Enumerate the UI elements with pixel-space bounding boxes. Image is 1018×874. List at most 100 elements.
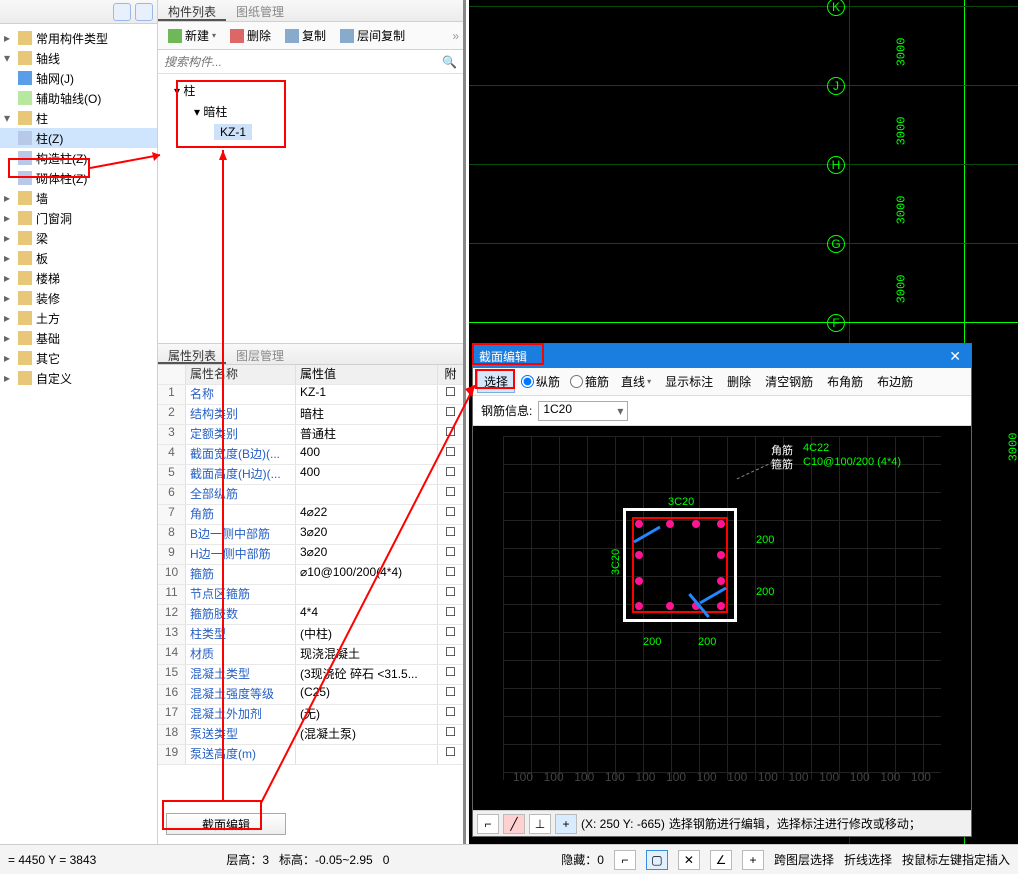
clear-rebar-button[interactable]: 清空钢筋	[759, 371, 819, 392]
prop-value[interactable]	[296, 485, 437, 504]
line-tool-button[interactable]: 直线▾	[615, 371, 657, 392]
delete-button[interactable]: 删除	[224, 25, 277, 46]
prop-value[interactable]: 4⌀22	[296, 505, 437, 524]
sb-btn-2[interactable]: ▢	[646, 850, 668, 870]
prop-att[interactable]: ☐	[437, 685, 463, 704]
prop-att[interactable]: ☐	[437, 725, 463, 744]
dist-edge-button[interactable]: 布边筋	[871, 371, 919, 392]
floor-copy-button[interactable]: 层间复制	[334, 25, 411, 46]
comp-tree-l2[interactable]: ▾ 暗柱	[164, 101, 457, 122]
tree-earth[interactable]: ▸土方	[0, 308, 157, 328]
sb-btn-3[interactable]: ✕	[678, 850, 700, 870]
sb-btn-1[interactable]: ⌐	[614, 850, 636, 870]
tree-column-group[interactable]: ▾柱	[0, 108, 157, 128]
comp-tree-l3[interactable]: KZ-1	[164, 122, 457, 142]
prop-value[interactable]	[296, 585, 437, 604]
prop-row[interactable]: 6全部纵筋☐	[158, 485, 463, 505]
tree-axis[interactable]: ▾轴线	[0, 48, 157, 68]
prop-att[interactable]: ☐	[437, 385, 463, 404]
prop-value[interactable]: 暗柱	[296, 405, 437, 424]
prop-row[interactable]: 14材质现浇混凝土☐	[158, 645, 463, 665]
radio-input[interactable]	[570, 375, 583, 388]
dialog-titlebar[interactable]: 截面编辑 ✕	[473, 344, 971, 368]
tree-stair[interactable]: ▸楼梯	[0, 268, 157, 288]
view-toggle-1[interactable]	[113, 3, 131, 21]
radio-input[interactable]	[521, 375, 534, 388]
tab-drawing-mgmt[interactable]: 图纸管理	[226, 0, 294, 21]
prop-value[interactable]	[296, 745, 437, 764]
rebar-side[interactable]	[635, 551, 643, 559]
prop-row[interactable]: 5截面高度(H边)(...400☐	[158, 465, 463, 485]
rebar-corner[interactable]	[635, 602, 643, 610]
tree-struct-col[interactable]: 构造柱(Z)	[0, 148, 157, 168]
rebar-corner[interactable]	[717, 520, 725, 528]
tree-beam[interactable]: ▸梁	[0, 228, 157, 248]
prop-value[interactable]: 3⌀20	[296, 525, 437, 544]
prop-att[interactable]: ☐	[437, 605, 463, 624]
select-tool-button[interactable]: 选择	[477, 370, 515, 393]
prop-value[interactable]: (混凝土泵)	[296, 725, 437, 744]
tree-column-z[interactable]: 柱(Z)	[0, 128, 157, 148]
tree-other[interactable]: ▸其它	[0, 348, 157, 368]
prop-att[interactable]: ☐	[437, 525, 463, 544]
snap-btn-1[interactable]: ⌐	[477, 814, 499, 834]
prop-value[interactable]: (3现浇砼 碎石 <31.5...	[296, 665, 437, 684]
sb-btn-5[interactable]: +	[742, 850, 764, 870]
snap-btn-2[interactable]: ╱	[503, 814, 525, 834]
tree-common-types[interactable]: ▸常用构件类型	[0, 28, 157, 48]
radio-stirrup[interactable]: 箍筋	[566, 373, 613, 390]
tree-custom[interactable]: ▸自定义	[0, 368, 157, 388]
rebar-side[interactable]	[635, 577, 643, 585]
prop-row[interactable]: 9H边一侧中部筋3⌀20☐	[158, 545, 463, 565]
close-icon[interactable]: ✕	[945, 348, 965, 365]
prop-row[interactable]: 10箍筋⌀10@100/200(4*4)☐	[158, 565, 463, 585]
rebar-side[interactable]	[717, 577, 725, 585]
prop-att[interactable]: ☐	[437, 705, 463, 724]
prop-value[interactable]: (中柱)	[296, 625, 437, 644]
sb-btn-4[interactable]: ∠	[710, 850, 732, 870]
prop-value[interactable]: 普通柱	[296, 425, 437, 444]
tree-masonry-col[interactable]: 砌体柱(Z)	[0, 168, 157, 188]
dist-corner-button[interactable]: 布角筋	[821, 371, 869, 392]
prop-row[interactable]: 15混凝土类型(3现浇砼 碎石 <31.5...☐	[158, 665, 463, 685]
prop-att[interactable]: ☐	[437, 505, 463, 524]
prop-row[interactable]: 19泵送高度(m)☐	[158, 745, 463, 765]
prop-row[interactable]: 17混凝土外加剂(无)☐	[158, 705, 463, 725]
prop-att[interactable]: ☐	[437, 565, 463, 584]
tree-aux-axis[interactable]: 辅助轴线(O)	[0, 88, 157, 108]
prop-att[interactable]: ☐	[437, 625, 463, 644]
fold-select-label[interactable]: 折线选择	[844, 851, 892, 868]
prop-att[interactable]: ☐	[437, 665, 463, 684]
radio-longitudinal[interactable]: 纵筋	[517, 373, 564, 390]
prop-value[interactable]: ⌀10@100/200(4*4)	[296, 565, 437, 584]
prop-value[interactable]: (C25)	[296, 685, 437, 704]
cross-select-label[interactable]: 跨图层选择	[774, 851, 834, 868]
new-button[interactable]: 新建▾	[162, 25, 222, 46]
prop-att[interactable]: ☐	[437, 405, 463, 424]
rebar-side[interactable]	[692, 520, 700, 528]
prop-value[interactable]: 4*4	[296, 605, 437, 624]
comp-tree-l1[interactable]: ▾ 柱	[164, 80, 457, 101]
rebar-side[interactable]	[666, 520, 674, 528]
property-grid[interactable]: 1名称KZ-1☐2结构类别暗柱☐3定额类别普通柱☐4截面宽度(B边)(...40…	[158, 385, 463, 805]
prop-att[interactable]: ☐	[437, 445, 463, 464]
rebar-side[interactable]	[666, 602, 674, 610]
tree-axis-grid[interactable]: 轴网(J)	[0, 68, 157, 88]
search-input[interactable]	[164, 55, 442, 69]
tree-decoration[interactable]: ▸装修	[0, 288, 157, 308]
prop-att[interactable]: ☐	[437, 745, 463, 764]
prop-att[interactable]: ☐	[437, 485, 463, 504]
section-edit-button[interactable]: 截面编辑	[166, 813, 286, 835]
copy-button[interactable]: 复制	[279, 25, 332, 46]
rebar-side[interactable]	[717, 551, 725, 559]
prop-att[interactable]: ☐	[437, 545, 463, 564]
prop-row[interactable]: 12箍筋肢数4*4☐	[158, 605, 463, 625]
prop-row[interactable]: 2结构类别暗柱☐	[158, 405, 463, 425]
prop-value[interactable]: (无)	[296, 705, 437, 724]
view-toggle-2[interactable]	[135, 3, 153, 21]
tab-layer-mgmt[interactable]: 图层管理	[226, 344, 294, 364]
prop-value[interactable]: 400	[296, 465, 437, 484]
prop-att[interactable]: ☐	[437, 465, 463, 484]
tree-wall[interactable]: ▸墙	[0, 188, 157, 208]
more-icon[interactable]: »	[452, 29, 459, 43]
